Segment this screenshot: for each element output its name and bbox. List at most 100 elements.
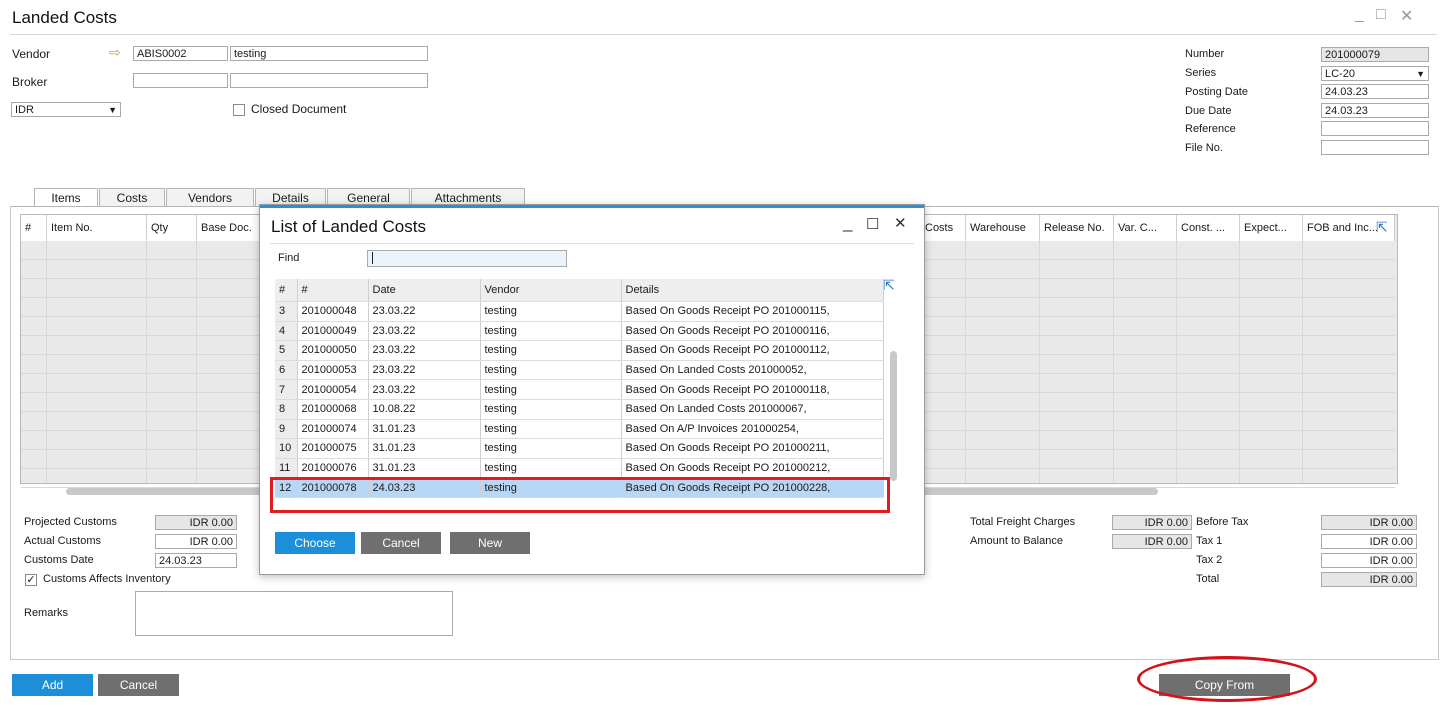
table-row[interactable]: 7 201000054 23.03.22 testing Based On Goods … — [275, 379, 884, 400]
close-icon[interactable]: ✕ — [1400, 6, 1413, 26]
series-select[interactable]: LC-20 ▼ — [1321, 66, 1429, 81]
col-header-date[interactable]: Date — [368, 279, 481, 302]
expand-icon[interactable]: ⇱ — [1376, 219, 1388, 236]
maximize-icon[interactable]: □ — [1376, 6, 1386, 24]
table-row[interactable]: 8 201000068 10.08.22 testing Based On Landed… — [275, 399, 884, 420]
customs-affects-label: Customs Affects Inventory — [43, 573, 171, 585]
reference-field[interactable] — [1321, 121, 1429, 136]
freight-field: IDR 0.00 — [1112, 515, 1192, 530]
window-title: Landed Costs — [12, 8, 117, 27]
grid-header-qty[interactable]: Qty — [147, 215, 197, 241]
customs-date-label: Customs Date — [24, 554, 94, 566]
number-label: Number — [1185, 48, 1225, 60]
selected-row-highlight — [270, 477, 890, 513]
doc-vendor: testing — [480, 419, 622, 440]
currency-value: IDR — [15, 104, 34, 116]
doc-date: 23.03.22 — [368, 321, 481, 342]
doc-vendor: testing — [480, 340, 622, 361]
dialog-cancel-button[interactable]: Cancel — [361, 532, 441, 554]
row-num: 9 — [275, 419, 298, 440]
tab-vendors[interactable]: Vendors — [166, 188, 254, 206]
title-divider — [10, 34, 1437, 35]
table-row[interactable]: 4 201000049 23.03.22 testing Based On Goods … — [275, 321, 884, 342]
currency-select[interactable]: IDR ▼ — [11, 102, 121, 117]
link-arrow-icon[interactable]: ⇨ — [109, 44, 121, 61]
actual-customs-field[interactable]: IDR 0.00 — [155, 534, 237, 549]
before-tax-label: Before Tax — [1196, 516, 1249, 528]
table-row[interactable]: 3 201000048 23.03.22 testing Based On Goods … — [275, 301, 884, 322]
customs-date-field[interactable]: 24.03.23 — [155, 553, 237, 568]
due-date-field[interactable]: 24.03.23 — [1321, 103, 1429, 118]
tab-costs[interactable]: Costs — [99, 188, 165, 206]
row-num: 4 — [275, 321, 298, 342]
remarks-field[interactable] — [135, 591, 453, 636]
doc-vendor: testing — [480, 321, 622, 342]
landed-costs-table[interactable]: # # Date Vendor Details 3 201000048 23.03.… — [275, 279, 884, 498]
table-row[interactable]: 10 201000075 31.01.23 testing Based On Goods… — [275, 438, 884, 459]
grid-header-rownum[interactable]: # — [21, 215, 47, 241]
doc-vendor: testing — [480, 360, 622, 381]
table-row[interactable]: 5 201000050 23.03.22 testing Based On Goods … — [275, 340, 884, 361]
vendor-name-field[interactable]: testing — [230, 46, 428, 61]
tax2-field[interactable]: IDR 0.00 — [1321, 553, 1417, 568]
grid-header-expect[interactable]: Expect... — [1240, 215, 1303, 241]
closed-document-checkbox[interactable] — [233, 104, 245, 116]
vertical-scrollbar[interactable] — [890, 351, 897, 481]
doc-details: Based On Goods Receipt PO 201000115, — [621, 301, 884, 322]
doc-details: Based On Goods Receipt PO 201000116, — [621, 321, 884, 342]
grid-header-base-doc[interactable]: Base Doc. — [197, 215, 261, 241]
doc-date: 31.01.23 — [368, 438, 481, 459]
grid-header-const[interactable]: Const. ... — [1177, 215, 1240, 241]
row-num: 3 — [275, 301, 298, 322]
tax1-field[interactable]: IDR 0.00 — [1321, 534, 1417, 549]
grid-header-costs[interactable]: Costs — [921, 215, 966, 241]
posting-date-label: Posting Date — [1185, 86, 1248, 98]
col-header-rownum[interactable]: # — [275, 279, 298, 302]
landed-costs-dialog[interactable]: List of Landed Costs _ ☐ ✕ Find ⇱ # # Da… — [259, 204, 925, 575]
closed-document-label: Closed Document — [251, 102, 347, 116]
col-header-number[interactable]: # — [297, 279, 369, 302]
doc-number: 201000076 — [297, 458, 369, 479]
doc-vendor: testing — [480, 399, 622, 420]
row-num: 11 — [275, 458, 298, 479]
grid-header-release-no[interactable]: Release No. — [1040, 215, 1114, 241]
doc-date: 23.03.22 — [368, 301, 481, 322]
col-header-details[interactable]: Details — [621, 279, 884, 302]
dialog-close-icon[interactable]: ✕ — [894, 214, 907, 232]
table-row[interactable]: 9 201000074 31.01.23 testing Based On A/P In… — [275, 419, 884, 440]
balance-label: Amount to Balance — [970, 535, 1063, 547]
col-header-vendor[interactable]: Vendor — [480, 279, 622, 302]
doc-number: 201000049 — [297, 321, 369, 342]
vendor-code-field[interactable]: ABIS0002 — [133, 46, 228, 61]
dialog-maximize-icon[interactable]: ☐ — [866, 215, 879, 233]
grid-header-var-c[interactable]: Var. C... — [1114, 215, 1177, 241]
customs-affects-checkbox[interactable]: ✓ — [25, 574, 37, 586]
doc-details: Based On Goods Receipt PO 201000118, — [621, 379, 884, 400]
grid-header-warehouse[interactable]: Warehouse — [966, 215, 1040, 241]
row-num: 8 — [275, 399, 298, 420]
grid-header-item-no[interactable]: Item No. — [47, 215, 147, 241]
choose-button[interactable]: Choose — [275, 532, 355, 554]
row-num: 5 — [275, 340, 298, 361]
table-row[interactable]: 11 201000076 31.01.23 testing Based On Goods… — [275, 458, 884, 479]
file-no-field[interactable] — [1321, 140, 1429, 155]
posting-date-field[interactable]: 24.03.23 — [1321, 84, 1429, 99]
dialog-minimize-icon[interactable]: _ — [843, 213, 852, 233]
vendor-label: Vendor — [12, 47, 51, 61]
find-input[interactable] — [367, 250, 567, 267]
copy-from-highlight — [1137, 656, 1317, 702]
chevron-down-icon: ▼ — [1416, 69, 1425, 79]
doc-vendor: testing — [480, 301, 622, 322]
dialog-title: List of Landed Costs — [271, 217, 426, 236]
cancel-button[interactable]: Cancel — [98, 674, 179, 696]
broker-name-field[interactable] — [230, 73, 428, 88]
expand-icon[interactable]: ⇱ — [883, 277, 895, 294]
minimize-icon[interactable]: _ — [1355, 6, 1364, 24]
add-button[interactable]: Add — [12, 674, 93, 696]
broker-code-field[interactable] — [133, 73, 228, 88]
remarks-label: Remarks — [24, 607, 69, 619]
tab-items[interactable]: Items — [34, 188, 98, 207]
table-row[interactable]: 6 201000053 23.03.22 testing Based On Landed… — [275, 360, 884, 381]
dialog-divider — [270, 243, 914, 244]
new-button[interactable]: New — [450, 532, 530, 554]
